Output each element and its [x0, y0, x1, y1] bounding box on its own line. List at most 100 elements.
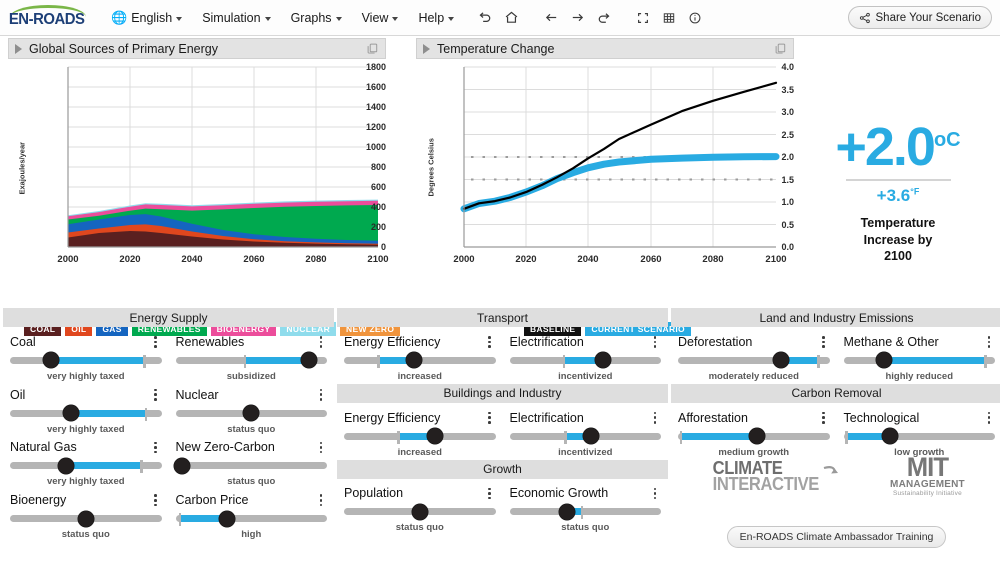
slider-new-zero-carbon: New Zero-Carbon status quo	[169, 437, 335, 490]
slider-label: Technological	[843, 410, 920, 425]
energy-ytick: 600	[370, 182, 386, 192]
copy-icon[interactable]	[774, 42, 787, 55]
slider-handle[interactable]	[748, 428, 765, 445]
menu-simulation[interactable]: Simulation	[193, 7, 279, 29]
redo-icon[interactable]	[591, 6, 615, 30]
menu-graphs[interactable]: Graphs	[282, 7, 351, 29]
slider-track-area[interactable]	[509, 352, 661, 370]
slider-handle[interactable]	[300, 352, 317, 369]
share-scenario-button[interactable]: Share Your Scenario	[847, 6, 992, 29]
slider-track-area[interactable]	[10, 510, 162, 528]
slider-options-menu-icon[interactable]	[150, 334, 162, 350]
undo-icon[interactable]	[473, 6, 497, 30]
energy-xtick: 2000	[57, 254, 79, 265]
slider-track-area[interactable]	[344, 352, 496, 370]
home-icon[interactable]	[499, 6, 523, 30]
menu-language[interactable]: 🌐 English	[102, 7, 191, 29]
slider-options-menu-icon[interactable]	[150, 492, 162, 508]
arrow-left-icon[interactable]	[539, 6, 563, 30]
slider-options-menu-icon[interactable]	[150, 387, 162, 403]
slider-header: Energy Efficiency	[344, 410, 496, 426]
slider-handle[interactable]	[559, 503, 576, 520]
slider-options-menu-icon[interactable]	[484, 486, 496, 502]
slider-options-menu-icon[interactable]	[315, 440, 327, 456]
temperature-panel-header[interactable]: Temperature Change	[416, 38, 794, 59]
slider-options-menu-icon[interactable]	[818, 334, 830, 350]
slider-handle[interactable]	[42, 352, 59, 369]
slider-handle[interactable]	[219, 510, 235, 527]
fullscreen-icon[interactable]	[631, 6, 655, 30]
slider-handle[interactable]	[173, 457, 190, 474]
slider-options-menu-icon[interactable]	[983, 410, 995, 426]
menu-help[interactable]: Help	[409, 7, 463, 29]
slider-handle[interactable]	[405, 352, 422, 369]
slider-label: Electrification	[509, 334, 584, 349]
slider-options-menu-icon[interactable]	[818, 410, 830, 426]
slider-track-area[interactable]	[344, 503, 496, 521]
slider-options-menu-icon[interactable]	[315, 387, 327, 403]
energy-panel-header[interactable]: Global Sources of Primary Energy	[8, 38, 386, 59]
slider-handle[interactable]	[411, 503, 428, 520]
main-menu: 🌐 English Simulation Graphs View Help	[102, 7, 463, 29]
slider-handle[interactable]	[426, 428, 443, 445]
slider-handle[interactable]	[62, 405, 79, 422]
slider-handle[interactable]	[595, 352, 612, 369]
slider-handle[interactable]	[58, 457, 75, 474]
slider-options-menu-icon[interactable]	[315, 334, 327, 350]
temperature-plot[interactable]: Degrees Celsius 4.0 3.5 3.0 2.5 2.0 1.5 …	[416, 59, 794, 287]
slider-track-area[interactable]	[843, 428, 995, 446]
slider-options-menu-icon[interactable]	[649, 334, 661, 350]
slider-options-menu-icon[interactable]	[315, 492, 327, 508]
slider-handle[interactable]	[882, 428, 899, 445]
slider-label: Energy Efficiency	[344, 410, 441, 425]
slider-options-menu-icon[interactable]	[484, 334, 496, 350]
expand-triangle-icon[interactable]	[423, 43, 430, 54]
slider-track-area[interactable]	[843, 352, 995, 370]
slider-fill	[66, 462, 141, 470]
slider-options-menu-icon[interactable]	[649, 410, 661, 426]
logo-text: EN-ROADS	[9, 10, 85, 28]
climate-interactive-logo-text: CLIMATE INTERACTIVE	[712, 459, 820, 495]
slider-track-area[interactable]	[175, 510, 327, 528]
copy-icon[interactable]	[366, 42, 379, 55]
en-roads-logo[interactable]: EN-ROADS	[6, 4, 88, 31]
slider-track-area[interactable]	[678, 352, 830, 370]
temperature-unit-celsius: oC	[933, 129, 961, 151]
slider-handle[interactable]	[773, 352, 790, 369]
slider-options-menu-icon[interactable]	[150, 440, 162, 456]
arrow-right-icon[interactable]	[565, 6, 589, 30]
slider-track-area[interactable]	[175, 405, 327, 423]
slider-header: Afforestation	[678, 410, 830, 426]
info-icon[interactable]	[683, 6, 707, 30]
slider-track-area[interactable]	[10, 457, 162, 475]
slider-handle[interactable]	[876, 352, 893, 369]
chevron-down-icon	[448, 16, 455, 21]
slider-handle[interactable]	[243, 405, 260, 422]
slider-track-area[interactable]	[175, 352, 327, 370]
slider-options-menu-icon[interactable]	[983, 334, 995, 350]
slider-options-menu-icon[interactable]	[649, 486, 661, 502]
slider-handle[interactable]	[583, 428, 600, 445]
panel-temperature-change: Temperature Change Degrees Celsius 4.0 3…	[416, 38, 794, 287]
ambassador-training-button[interactable]: En-ROADS Climate Ambassador Training	[726, 526, 947, 548]
slider-track[interactable]	[509, 508, 661, 516]
slider-track-area[interactable]	[344, 428, 496, 446]
slider-label: Population	[344, 486, 404, 501]
energy-plot[interactable]: Exajoules/year 1800 1600 1400 1200 1000 …	[8, 59, 389, 287]
slider-options-menu-icon[interactable]	[484, 410, 496, 426]
climate-interactive-logo: CLIMATE INTERACTIVE	[708, 459, 840, 495]
slider-track-area[interactable]	[10, 405, 162, 423]
slider-track-area[interactable]	[10, 352, 162, 370]
slider-track-area[interactable]	[509, 428, 661, 446]
slider-track[interactable]	[175, 462, 327, 470]
slider-track-area[interactable]	[509, 503, 661, 521]
control-column-2: Transport Energy Efficiency increased Elect…	[337, 308, 668, 535]
ci-line2: INTERACTIVE	[712, 474, 820, 495]
expand-triangle-icon[interactable]	[15, 43, 22, 54]
slider-track-area[interactable]	[173, 457, 327, 475]
slider-track-area[interactable]	[678, 428, 830, 446]
menu-view[interactable]: View	[353, 7, 408, 29]
chevron-down-icon	[264, 16, 271, 21]
slider-handle[interactable]	[77, 510, 94, 527]
table-icon[interactable]	[657, 6, 681, 30]
